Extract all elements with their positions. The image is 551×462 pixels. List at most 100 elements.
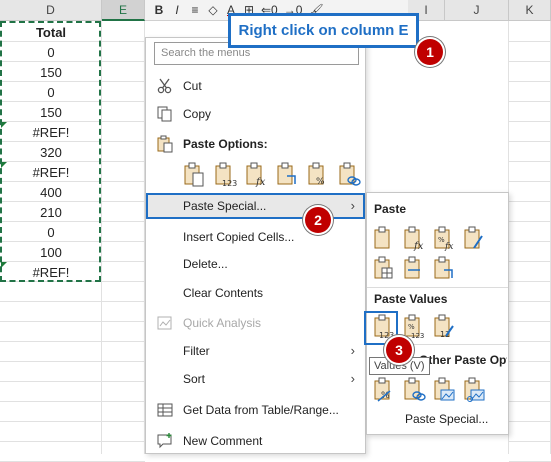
paste-options-heading: Paste Options: xyxy=(183,137,268,151)
chevron-right-icon: › xyxy=(350,371,355,386)
copy-icon xyxy=(157,106,172,122)
svg-text:fx: fx xyxy=(255,177,266,188)
svg-text:123: 123 xyxy=(222,179,237,188)
paste-values-number-format-icon[interactable]: %123 xyxy=(402,314,426,340)
grid-line xyxy=(509,321,551,322)
menu-item-label: Paste Special... xyxy=(183,199,267,213)
paste-formulas-icon[interactable]: fx xyxy=(402,226,426,252)
grid-line xyxy=(0,361,145,362)
grid-line xyxy=(0,441,145,442)
grid-line xyxy=(0,401,145,402)
menu-item-delete[interactable]: Delete... xyxy=(146,251,365,277)
grid-line xyxy=(0,341,145,342)
column-header-k[interactable]: K xyxy=(509,0,551,21)
menu-item-insert-copied-cells[interactable]: Insert Copied Cells... xyxy=(146,224,365,250)
paste-formatting-icon[interactable]: % xyxy=(306,162,330,188)
bold-button[interactable]: B xyxy=(153,3,165,17)
submenu-paste-row-1: fx % fx xyxy=(372,226,486,252)
scissors-icon xyxy=(157,78,172,94)
paste-no-borders-icon[interactable] xyxy=(372,256,396,282)
quick-analysis-icon xyxy=(157,316,172,330)
grid-line xyxy=(0,421,145,422)
paste-linked-picture-icon[interactable] xyxy=(462,377,486,403)
submenu-paste-row-2 xyxy=(372,256,456,282)
grid-line xyxy=(509,241,551,242)
svg-text:fx: fx xyxy=(444,242,453,252)
menu-item-sort[interactable]: Sort › xyxy=(146,366,365,392)
paste-options-row: 123 fx % xyxy=(182,162,361,190)
grid-line xyxy=(509,401,551,402)
comment-icon xyxy=(157,433,172,449)
italic-button[interactable]: I xyxy=(171,3,183,17)
svg-text:%: % xyxy=(408,323,415,331)
paste-values-source-formatting-icon[interactable]: 12 xyxy=(432,314,456,340)
paste-values-icon[interactable]: 123 xyxy=(213,162,237,188)
submenu-heading-paste-values: Paste Values xyxy=(374,292,448,306)
menu-item-filter[interactable]: Filter › xyxy=(146,338,365,364)
error-indicator xyxy=(1,162,7,168)
menu-item-label: Filter xyxy=(183,344,210,358)
paste-icon[interactable] xyxy=(182,162,206,188)
column-header-d[interactable]: D xyxy=(0,0,102,21)
grid-line xyxy=(509,61,551,62)
menu-item-get-data[interactable]: Get Data from Table/Range... xyxy=(146,397,365,423)
menu-item-label: Delete... xyxy=(183,257,228,271)
fill-color-button[interactable]: ◇ xyxy=(207,3,219,17)
step-badge-1: 1 xyxy=(417,39,443,65)
paste-formulas-icon[interactable]: fx xyxy=(244,162,268,188)
grid-line xyxy=(0,301,145,302)
paste-picture-icon[interactable] xyxy=(432,377,456,403)
cell-d[interactable]: #REF! xyxy=(0,261,102,284)
menu-item-label: Clear Contents xyxy=(183,286,264,300)
grid-line xyxy=(509,421,551,422)
paste-transpose-icon[interactable] xyxy=(432,256,456,282)
menu-item-label: Insert Copied Cells... xyxy=(183,230,295,244)
paste-formatting-icon[interactable]: % xyxy=(372,377,396,403)
grid-line xyxy=(509,41,551,42)
paste-link-icon[interactable] xyxy=(402,377,426,403)
grid-line xyxy=(0,381,145,382)
grid-line xyxy=(509,161,551,162)
grid-line xyxy=(509,341,551,342)
paste-icon[interactable] xyxy=(372,226,396,252)
menu-item-label: New Comment xyxy=(183,434,263,448)
grid-line xyxy=(509,281,551,282)
menu-item-paste-special[interactable]: Paste Special... › xyxy=(146,193,365,219)
grid-line xyxy=(509,201,551,202)
paste-link-icon[interactable] xyxy=(337,162,361,188)
svg-text:123: 123 xyxy=(411,332,424,340)
align-button[interactable]: ≡ xyxy=(189,3,201,17)
menu-item-clear-contents[interactable]: Clear Contents xyxy=(146,280,365,306)
menu-item-cut[interactable]: Cut xyxy=(146,73,365,99)
column-header-j[interactable]: J xyxy=(445,0,509,21)
grid-line xyxy=(509,381,551,382)
menu-item-label: Copy xyxy=(183,107,212,121)
grid-line xyxy=(509,441,551,442)
menu-item-copy[interactable]: Copy xyxy=(146,101,365,127)
table-icon xyxy=(157,403,173,417)
menu-item-quick-analysis: Quick Analysis xyxy=(146,310,365,336)
grid-line xyxy=(0,321,145,322)
menu-item-label: Cut xyxy=(183,79,202,93)
grid-line xyxy=(509,101,551,102)
submenu-divider xyxy=(367,287,508,288)
menu-item-label: Quick Analysis xyxy=(183,316,262,330)
submenu-other-row: % xyxy=(372,377,486,403)
grid-line xyxy=(509,301,551,302)
paste-formulas-number-format-icon[interactable]: %fx xyxy=(432,226,456,252)
step-badge-3: 3 xyxy=(386,337,412,363)
chevron-right-icon: › xyxy=(350,343,355,358)
paste-keep-source-formatting-icon[interactable] xyxy=(462,226,486,252)
step-badge-2: 2 xyxy=(305,207,331,233)
submenu-paste-special-link[interactable]: Paste Special... xyxy=(405,412,488,426)
paste-keep-column-widths-icon[interactable] xyxy=(402,256,426,282)
grid-line xyxy=(509,361,551,362)
paste-transpose-icon[interactable] xyxy=(275,162,299,188)
column-header-e[interactable]: E xyxy=(102,0,145,21)
paste-icon xyxy=(157,135,173,153)
svg-text:%: % xyxy=(438,236,445,244)
submenu-heading-other-paste-options: Other Paste Options xyxy=(419,353,507,367)
grid-line xyxy=(509,121,551,122)
svg-text:%: % xyxy=(316,177,325,187)
menu-item-new-comment[interactable]: New Comment xyxy=(146,428,365,454)
